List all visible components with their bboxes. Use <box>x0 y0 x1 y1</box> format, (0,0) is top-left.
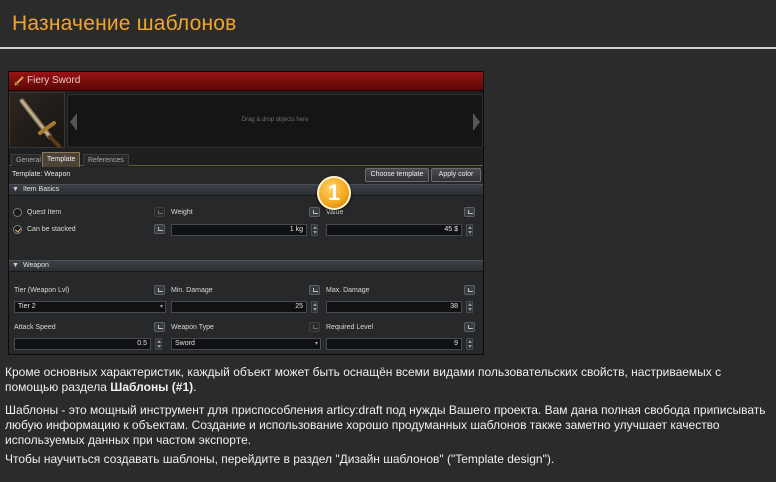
max-damage-field[interactable]: 38 <box>326 301 462 313</box>
section-weapon[interactable]: ▼ Weapon <box>9 260 483 272</box>
dropzone-hint: Drag & drop objects here <box>241 117 309 123</box>
sword-icon <box>14 76 24 86</box>
required-level-label: Required Level <box>326 324 374 331</box>
tab-template[interactable]: Template <box>42 152 81 167</box>
tab-references[interactable]: References <box>83 154 129 166</box>
paragraph-3: Чтобы научиться создавать шаблоны, перей… <box>5 452 555 466</box>
attack-speed-label: Attack Speed <box>14 324 56 331</box>
chevron-down-icon: ▼ <box>12 186 19 193</box>
min-damage-label: Min. Damage <box>171 287 213 294</box>
app-screenshot: Fiery Sword Drag & drop objects here Gen… <box>8 71 484 355</box>
template-row: Template: Weapon Choose template Apply c… <box>9 167 483 183</box>
page-header: Назначение шаблонов <box>0 0 776 49</box>
value-label: Value <box>326 209 344 216</box>
reset-icon[interactable] <box>154 224 165 234</box>
required-level-field[interactable]: 9 <box>326 338 462 350</box>
max-damage-stepper[interactable] <box>466 301 473 313</box>
weight-stepper[interactable] <box>311 224 318 236</box>
attack-speed-stepper[interactable] <box>155 338 162 350</box>
object-preview-image[interactable] <box>9 92 65 148</box>
sword-preview-icon <box>19 98 61 148</box>
can-be-stacked-label: Can be stacked <box>27 226 76 233</box>
templates-ref: Шаблоны (#1) <box>110 380 194 394</box>
reset-icon[interactable] <box>464 207 475 217</box>
reset-icon[interactable] <box>309 207 320 217</box>
attack-speed-field[interactable]: 0.5 <box>14 338 151 350</box>
object-titlebar: Fiery Sword <box>9 72 483 91</box>
section-label: Weapon <box>23 262 49 269</box>
quest-item-label: Quest Item <box>27 209 62 216</box>
chevron-down-icon: ▾ <box>314 341 318 347</box>
value-stepper[interactable] <box>466 224 473 236</box>
reset-icon[interactable] <box>464 322 475 332</box>
min-damage-field[interactable]: 25 <box>171 301 307 313</box>
tier-dropdown[interactable]: Tier 2 ▾ <box>14 301 166 313</box>
weapon-type-label: Weapon Type <box>171 324 214 331</box>
chevron-down-icon: ▾ <box>159 304 163 310</box>
min-damage-stepper[interactable] <box>311 301 318 313</box>
weapon-type-dropdown[interactable]: Sword ▾ <box>171 338 321 350</box>
weapon-type-value: Sword <box>175 340 195 347</box>
object-title: Fiery Sword <box>27 75 81 86</box>
weight-field[interactable]: 1 kg <box>171 224 307 236</box>
template-panel: Template: Weapon Choose template Apply c… <box>9 167 483 354</box>
required-level-stepper[interactable] <box>466 338 473 350</box>
callout-badge: 1 <box>317 176 351 210</box>
apply-color-button[interactable]: Apply color <box>431 168 481 182</box>
value-field[interactable]: 45 $ <box>326 224 462 236</box>
max-damage-label: Max. Damage <box>326 287 370 294</box>
paragraph-1: Кроме основных характеристик, каждый объ… <box>5 365 722 394</box>
tab-bar: General Template References <box>9 152 483 167</box>
page-title: Назначение шаблонов <box>12 12 237 35</box>
tier-label: Tier (Weapon Lvl) <box>14 287 70 294</box>
reset-icon[interactable] <box>309 285 320 295</box>
reset-icon[interactable] <box>464 285 475 295</box>
reset-icon[interactable] <box>309 322 320 332</box>
tab-general[interactable]: General <box>11 154 46 166</box>
section-item-basics[interactable]: ▼ Item Basics <box>9 184 483 196</box>
weight-label: Weight <box>171 209 193 216</box>
dropzone[interactable]: Drag & drop objects here <box>67 94 483 148</box>
paragraph-2: Шаблоны - это мощный инструмент для прис… <box>5 403 766 447</box>
reset-icon[interactable] <box>154 322 165 332</box>
tier-value: Tier 2 <box>18 303 36 310</box>
chevron-down-icon: ▼ <box>12 262 19 269</box>
scroll-right-icon[interactable] <box>473 113 480 131</box>
can-be-stacked-checkbox[interactable] <box>13 225 22 234</box>
reset-icon[interactable] <box>154 207 165 217</box>
reset-icon[interactable] <box>154 285 165 295</box>
quest-item-checkbox[interactable] <box>13 208 22 217</box>
choose-template-button[interactable]: Choose template <box>365 168 429 182</box>
template-name: Template: Weapon <box>12 171 71 178</box>
section-label: Item Basics <box>23 186 60 193</box>
